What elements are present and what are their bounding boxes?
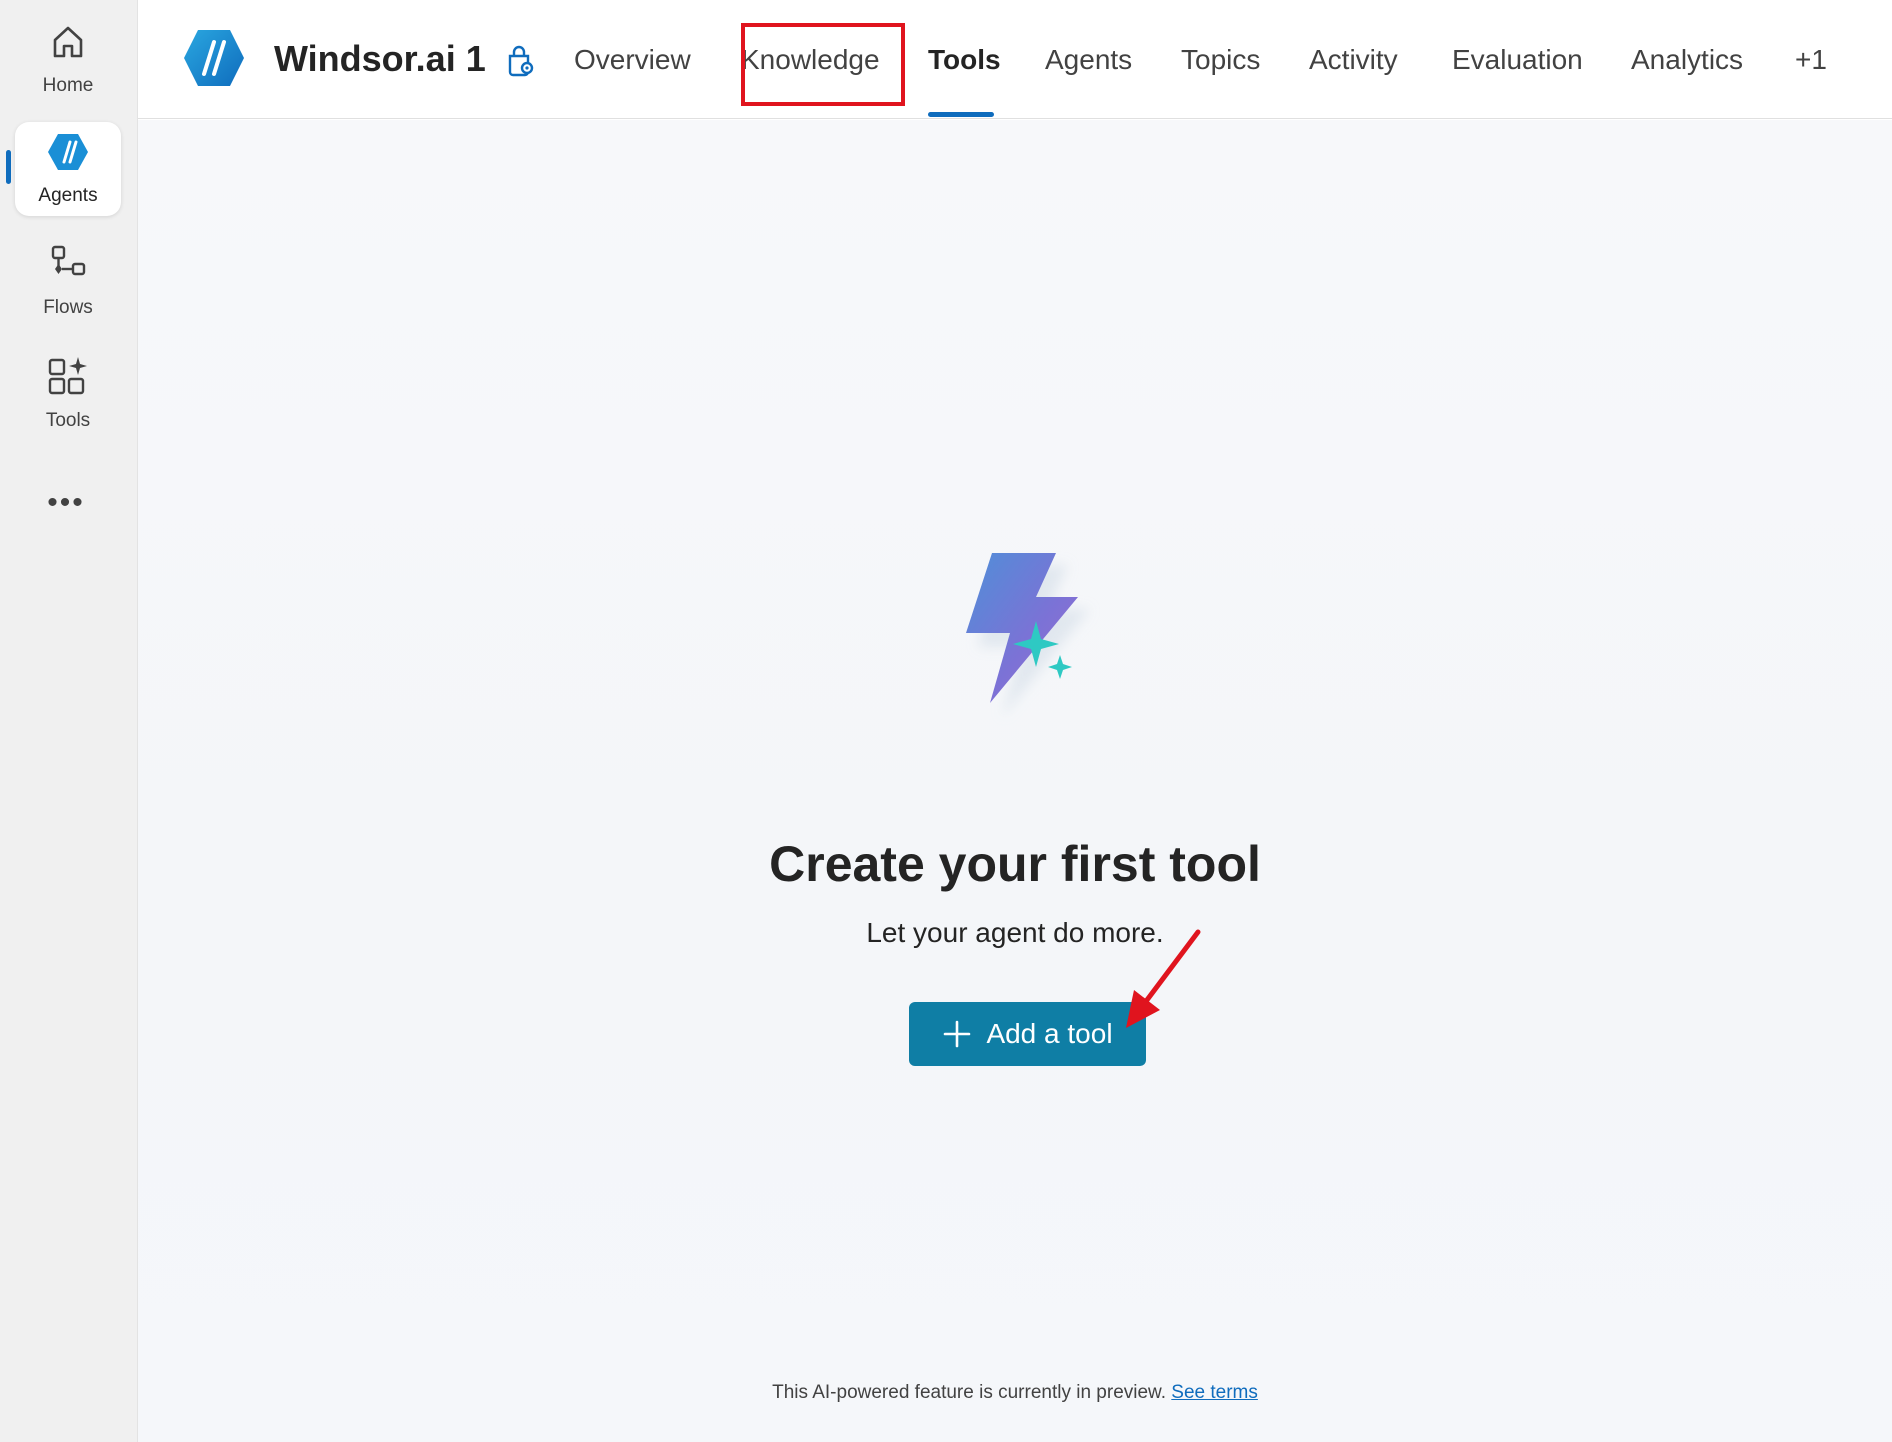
agent-settings-icon[interactable]	[502, 44, 538, 80]
rail-item-flows[interactable]: Flows	[15, 234, 121, 328]
agent-name: Windsor.ai 1	[274, 38, 486, 79]
see-terms-link[interactable]: See terms	[1171, 1382, 1258, 1403]
left-rail: Home Agents Flows Tools •••	[0, 0, 138, 1442]
add-tool-label: Add a tool	[986, 1018, 1113, 1049]
tab-activity[interactable]: Activity	[1309, 0, 1398, 119]
preview-notice: This AI-powered feature is currently in …	[138, 1382, 1892, 1404]
plus-icon	[942, 1019, 972, 1049]
rail-item-tools[interactable]: Tools	[15, 346, 121, 440]
tab-analytics[interactable]: Analytics	[1631, 0, 1743, 119]
tab-overview[interactable]: Overview	[574, 0, 691, 119]
rail-item-label: Home	[42, 74, 94, 96]
tab-more[interactable]: +1	[1795, 0, 1827, 119]
more-icon[interactable]: •••	[36, 486, 96, 519]
tab-tools[interactable]: Tools	[928, 0, 1001, 119]
tab-evaluation[interactable]: Evaluation	[1452, 0, 1583, 119]
rail-item-label: Agents	[38, 184, 98, 206]
tools-icon	[46, 355, 90, 402]
flows-icon	[48, 244, 88, 289]
active-indicator	[6, 150, 11, 184]
agents-icon	[46, 132, 90, 177]
lightning-sparkle-icon	[908, 535, 1148, 775]
rail-item-label: Tools	[45, 409, 91, 431]
rail-item-home[interactable]: Home	[15, 12, 121, 106]
home-icon	[48, 22, 88, 67]
agent-header: Windsor.ai 1 Overview Knowledge Tools Ag…	[138, 0, 1892, 119]
empty-state-title: Create your first tool	[769, 836, 1261, 892]
tab-topics[interactable]: Topics	[1181, 0, 1260, 119]
tools-empty-state: Create your first tool Let your agent do…	[138, 120, 1892, 1442]
add-tool-button[interactable]: Add a tool	[909, 1002, 1146, 1066]
empty-state-subtitle: Let your agent do more.	[866, 917, 1164, 948]
tab-knowledge[interactable]: Knowledge	[741, 0, 880, 119]
tab-agents[interactable]: Agents	[1045, 0, 1132, 119]
preview-notice-text: This AI-powered feature is currently in …	[772, 1382, 1167, 1403]
active-tab-underline	[928, 112, 994, 117]
rail-item-label: Flows	[43, 296, 93, 318]
agent-logo-icon	[182, 28, 246, 88]
rail-item-agents[interactable]: Agents	[15, 122, 121, 216]
